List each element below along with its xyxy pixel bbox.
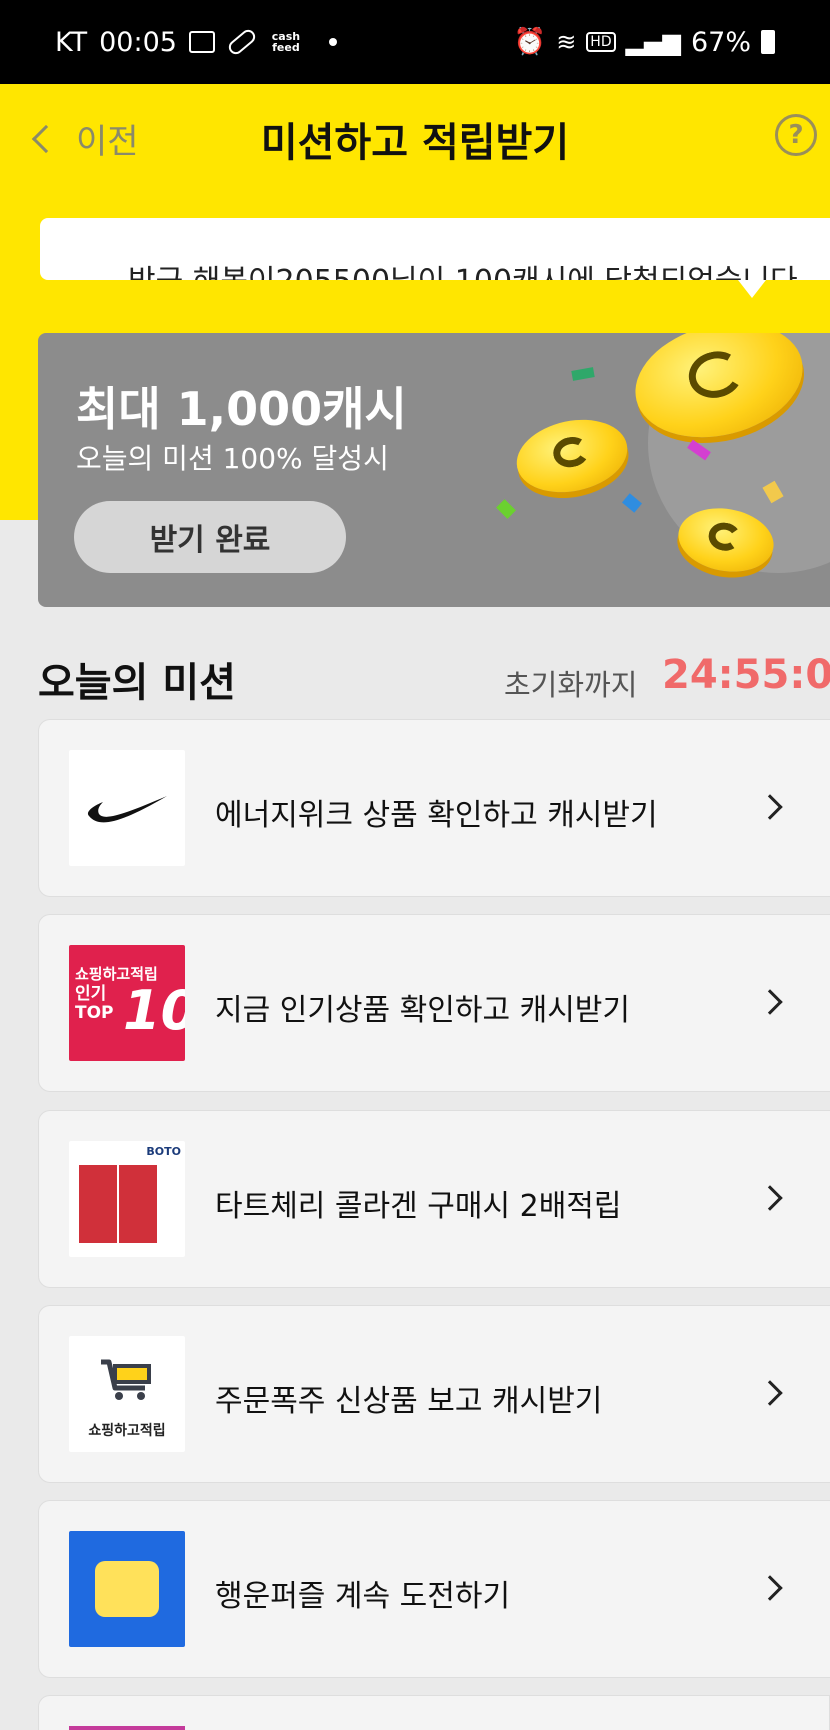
nike-swoosh-icon [69,750,185,866]
help-icon[interactable]: ? [775,114,817,156]
banner-title: 최대 1,000캐시 [76,382,407,436]
thumb-brand: BOTO [146,1145,181,1158]
chevron-right-icon [757,989,783,1015]
carrier-label: KT [55,26,88,58]
puzzle-icon [69,1531,185,1647]
coin-icon [509,410,635,502]
mission-item-popular[interactable]: 쇼핑하고적립 인기TOP 10 지금 인기상품 확인하고 캐시받기 [38,914,830,1092]
chevron-right-icon [757,1380,783,1406]
product-box [117,1163,159,1245]
alarm-icon: ⏰ [513,27,547,57]
thumb-number: 10 [123,979,185,1042]
mission-item-new-products[interactable]: 쇼핑하고적립 주문폭주 신상품 보고 캐시받기 [38,1305,830,1483]
confetti [622,493,642,513]
wifi-icon: ≋ [556,28,577,56]
winner-ticker: 박근 해봉이205500님이 100캐시에 당첨되었습니다 [40,218,830,280]
battery-icon [761,30,775,54]
mission-item-lucky-puzzle[interactable]: 행운퍼즐 계속 도전하기 [38,1500,830,1678]
mission-label: 주문폭주 신상품 보고 캐시받기 [215,1384,603,1419]
mission-thumbnail [69,1726,185,1730]
signal-icon: ▂▄▆ [625,28,681,56]
page-title: 미션하고 적립받기 [260,120,570,166]
reward-banner: 최대 1,000캐시 오늘의 미션 100% 달성시 받기 완료 [38,333,830,607]
confetti [496,499,516,519]
mission-item-energy-week[interactable]: 에너지위크 상품 확인하고 캐시받기 [38,719,830,897]
chevron-right-icon [757,1575,783,1601]
mission-item-tart-cherry[interactable]: BOTO 타트체리 콜라겐 구매시 2배적립 [38,1110,830,1288]
chevron-right-icon [757,1185,783,1211]
mission-label: 지금 인기상품 확인하고 캐시받기 [215,993,631,1028]
clock: 00:05 [99,26,177,58]
thumb-text: 쇼핑하고적립 [88,1423,166,1439]
mission-label: 타트체리 콜라겐 구매시 2배적립 [215,1189,622,1224]
receive-complete-button[interactable]: 받기 완료 [74,501,346,573]
pill-icon [225,26,258,58]
ticker-tail [738,280,766,298]
mission-item-partial[interactable] [38,1695,830,1730]
ticker-text: 박근 해봉이205500님이 100캐시에 당첨되었습니다 [128,256,798,280]
shopping-cart-icon: 쇼핑하고적립 [69,1336,185,1452]
battery-level: 67% [690,26,751,58]
product-box [77,1163,119,1245]
mission-label: 에너지위크 상품 확인하고 캐시받기 [215,798,658,833]
banner-subtitle: 오늘의 미션 100% 달성시 [76,442,389,475]
status-bar: KT 00:05 cash feed ⏰ ≋ HD ▂▄▆ 67% [0,0,830,84]
top10-icon: 쇼핑하고적립 인기TOP 10 [69,945,185,1061]
puzzle-piece [95,1561,159,1617]
notification-dot-icon [328,38,337,46]
mission-label: 행운퍼즐 계속 도전하기 [215,1579,511,1614]
thumb-subtitle: 인기 TOP [75,984,114,1023]
chevron-right-icon [757,794,783,820]
reset-label: 초기화까지 [504,668,638,702]
missions-title: 오늘의 미션 [38,660,236,706]
boto-product-icon: BOTO [69,1141,185,1257]
image-icon [188,31,215,53]
reset-countdown: 24:55:03 [662,652,830,698]
cashfeed-icon: cash feed [271,30,301,54]
confetti [571,367,595,381]
hd-icon: HD [586,32,616,52]
